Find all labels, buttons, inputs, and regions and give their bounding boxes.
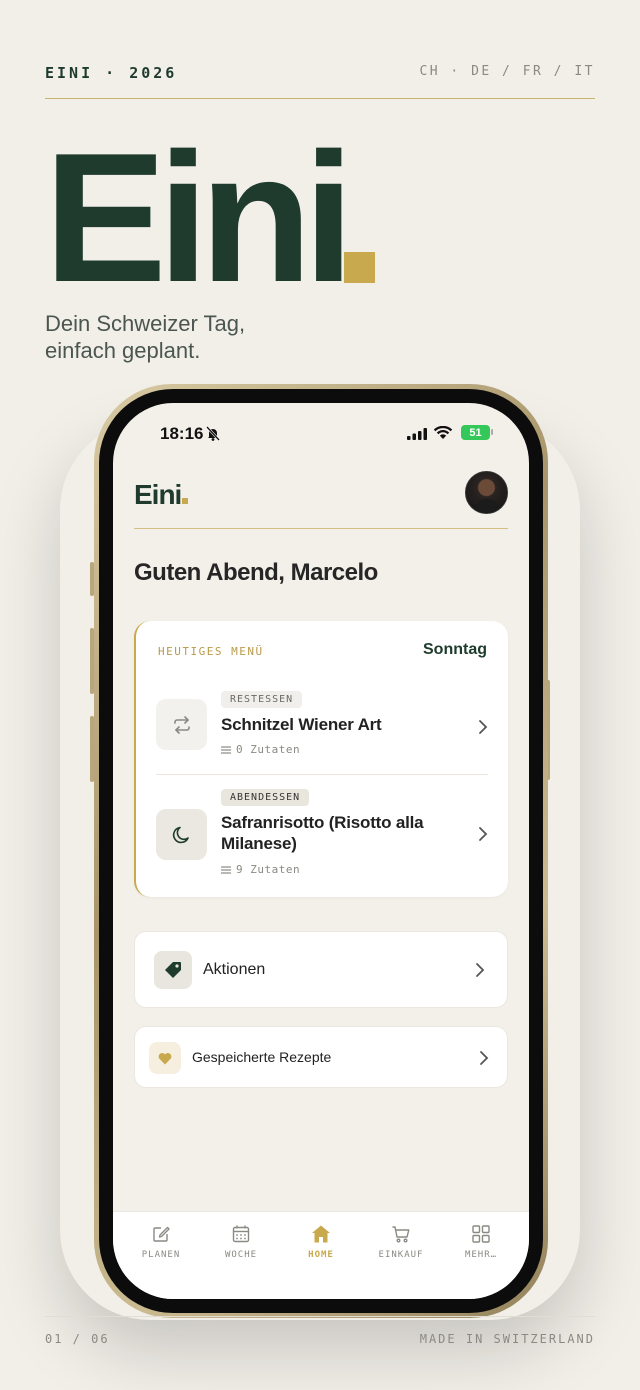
meal-ingredients-count: 0 Zutaten: [236, 743, 301, 756]
deals-label: Aktionen: [203, 961, 266, 978]
meal-ingredients-count: 9 Zutaten: [236, 863, 301, 876]
moon-icon: [172, 826, 189, 843]
saved-recipes-label: Gespeicherte Rezepte: [192, 1049, 332, 1065]
phone-frame: 18:16 51 Eini Guten Abend, Marcelo HEUTI…: [94, 384, 548, 1318]
brand-year: EINI · 2026: [45, 64, 178, 82]
language-switcher[interactable]: CH · DE / FR / IT: [419, 64, 595, 79]
tab-bar: PLANEN WOCHE HOME EINKAUF MEHR…: [113, 1211, 529, 1299]
hero-subtitle-line2: einfach geplant.: [45, 338, 201, 363]
app-logo-text: Eini: [134, 479, 182, 510]
battery-tip: [491, 429, 493, 435]
wifi-icon: [433, 426, 453, 439]
tab-label: HOME: [308, 1250, 334, 1260]
tag-icon: [165, 962, 181, 978]
tab-label: WOCHE: [224, 1250, 258, 1260]
tab-planen[interactable]: PLANEN: [126, 1212, 196, 1299]
meal-title: Safranrisotto (Risotto alla Milanese): [221, 813, 424, 853]
phone-screen: 18:16 51 Eini Guten Abend, Marcelo HEUTI…: [113, 403, 529, 1299]
meal-row-dinner[interactable]: ABENDESSEN Safranrisotto (Risotto alla M…: [156, 789, 488, 889]
meal-icon-box: [156, 809, 207, 860]
meal-tag: RESTESSEN: [221, 691, 303, 708]
page-indicator: 01 / 06: [45, 1332, 110, 1346]
hero-accent-dot: [344, 252, 375, 283]
hero-subtitle: Dein Schweizer Tag, einfach geplant.: [45, 310, 245, 364]
saved-recipes-link[interactable]: Gespeicherte Rezepte: [134, 1026, 508, 1088]
battery-indicator: 51: [461, 425, 490, 440]
tab-label: PLANEN: [141, 1250, 181, 1260]
heart-icon: [158, 1052, 172, 1064]
signal-icon: [407, 428, 427, 440]
deals-link[interactable]: Aktionen: [134, 931, 508, 1008]
app-logo-dot: [182, 498, 189, 504]
battery-level: 51: [469, 426, 482, 439]
repeat-icon: [173, 715, 190, 734]
home-icon: [312, 1225, 330, 1243]
list-icon: [221, 865, 231, 874]
chevron-right-icon: [476, 963, 485, 977]
link-icon-box: [154, 951, 192, 989]
grid-icon: [472, 1225, 490, 1243]
app-logo[interactable]: Eini: [134, 479, 189, 511]
tab-woche[interactable]: WOCHE: [206, 1212, 276, 1299]
menu-card-day[interactable]: Sonntag: [423, 641, 487, 659]
app-header: Eini: [134, 471, 508, 529]
tab-label: MEHR…: [464, 1250, 498, 1260]
chevron-right-icon: [479, 720, 488, 734]
made-in-switzerland: MADE IN SWITZERLAND: [419, 1332, 595, 1346]
tab-einkauf[interactable]: EINKAUF: [366, 1212, 436, 1299]
footer-bar: 01 / 06 MADE IN SWITZERLAND: [45, 1316, 595, 1346]
bell-off-icon: [206, 426, 220, 441]
meal-row-leftovers[interactable]: RESTESSEN Schnitzel Wiener Art 0 Zutaten: [156, 691, 488, 775]
top-bar: EINI · 2026 CH · DE / FR / IT: [45, 64, 595, 99]
chevron-right-icon: [480, 1051, 489, 1065]
meal-ingredients: 0 Zutaten: [221, 743, 300, 756]
meal-ingredients: 9 Zutaten: [221, 863, 300, 876]
chevron-right-icon: [479, 827, 488, 841]
meal-tag: ABENDESSEN: [221, 789, 310, 806]
meal-title: Schnitzel Wiener Art: [221, 715, 382, 734]
hero-title: Eini: [44, 114, 354, 320]
greeting: Guten Abend, Marcelo: [134, 559, 378, 586]
phone-bezel: 18:16 51 Eini Guten Abend, Marcelo HEUTI…: [99, 389, 543, 1313]
todays-menu-card: HEUTIGES MENÜ Sonntag RESTESSEN Schnitze…: [134, 621, 508, 897]
cart-icon: [392, 1226, 410, 1243]
status-bar: 18:16 51: [113, 419, 529, 445]
list-icon: [221, 745, 231, 754]
meal-icon-box: [156, 699, 207, 750]
avatar[interactable]: [465, 471, 508, 514]
link-icon-box: [149, 1042, 181, 1074]
calendar-icon: [232, 1225, 250, 1243]
tab-label: EINKAUF: [378, 1250, 424, 1260]
tab-mehr[interactable]: MEHR…: [446, 1212, 516, 1299]
menu-card-label: HEUTIGES MENÜ: [158, 645, 264, 658]
tab-home[interactable]: HOME: [286, 1212, 356, 1299]
hero-subtitle-line1: Dein Schweizer Tag,: [45, 311, 246, 336]
status-time: 18:16: [160, 424, 204, 443]
edit-icon: [153, 1226, 170, 1242]
